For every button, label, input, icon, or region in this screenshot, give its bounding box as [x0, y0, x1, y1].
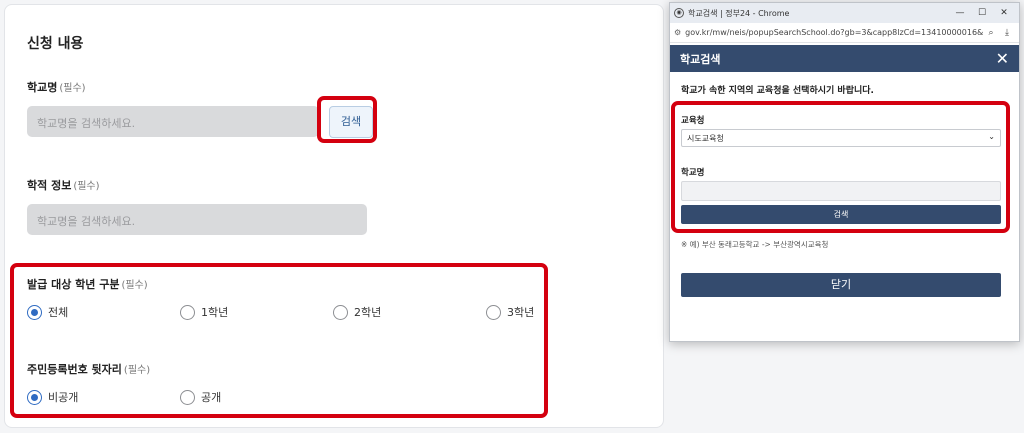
- maximize-icon[interactable]: ☐: [971, 8, 993, 18]
- window-title: 학교검색 | 정부24 - Chrome: [688, 8, 790, 18]
- site-settings-icon[interactable]: ⚙: [674, 28, 681, 37]
- academic-info-label-text: 학적 정보: [27, 179, 72, 192]
- zoom-icon[interactable]: ⌕: [983, 28, 999, 38]
- minimize-icon[interactable]: —: [949, 8, 971, 18]
- window-app-icon: ◉: [674, 8, 684, 18]
- highlight-popup-fields: [671, 101, 1010, 233]
- address-bar: ⚙ gov.kr/mw/neis/popupSearchSchool.do?gb…: [670, 23, 1019, 43]
- required-mark: (필수): [73, 181, 100, 192]
- close-icon[interactable]: ✕: [996, 49, 1009, 68]
- school-name-label: 학교명 (필수): [27, 79, 86, 95]
- window-close-icon[interactable]: ✕: [993, 8, 1015, 18]
- popup-close-button[interactable]: 닫기: [681, 273, 1001, 297]
- academic-info-input: 학교명을 검색하세요.: [27, 204, 367, 235]
- example-text: ※ 예) 부산 동래고등학교 -> 부산광역시교육청: [681, 240, 829, 249]
- download-icon[interactable]: ⤓: [999, 28, 1015, 38]
- school-name-label-text: 학교명: [27, 81, 58, 94]
- highlight-search-button: [317, 96, 377, 143]
- window-titlebar: ◉ 학교검색 | 정부24 - Chrome — ☐ ✕: [670, 3, 1019, 23]
- school-name-input: 학교명을 검색하세요.: [27, 106, 319, 137]
- address-url[interactable]: gov.kr/mw/neis/popupSearchSchool.do?gb=3…: [685, 28, 983, 37]
- required-mark: (필수): [59, 83, 86, 94]
- highlight-radio-section: [10, 263, 548, 418]
- popup-instruction: 학교가 속한 지역의 교육청을 선택하시기 바랍니다.: [681, 86, 874, 96]
- popup-title: 학교검색: [680, 52, 721, 66]
- academic-info-label: 학적 정보 (필수): [27, 177, 100, 193]
- section-title: 신청 내용: [27, 36, 84, 52]
- popup-header: 학교검색 ✕: [670, 45, 1019, 72]
